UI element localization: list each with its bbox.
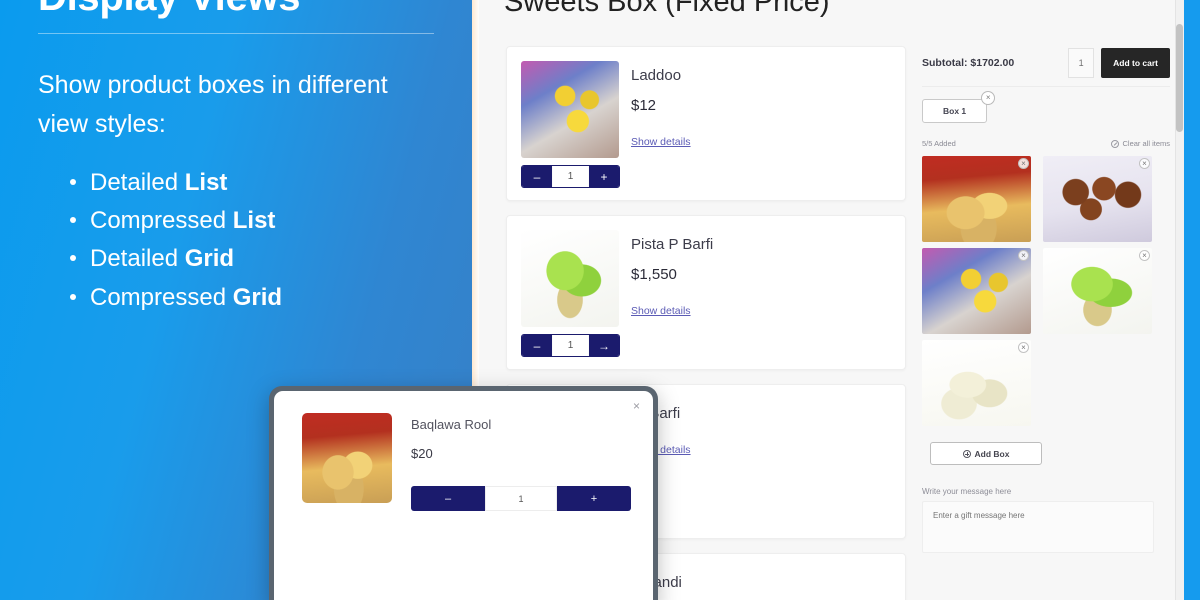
- box-tabs: Box 1 ×: [922, 91, 996, 123]
- increment-button[interactable]: +: [589, 166, 619, 187]
- show-details-link[interactable]: Show details: [631, 136, 691, 148]
- promo-title: Display Views: [38, 0, 434, 20]
- increment-button[interactable]: →: [589, 335, 619, 356]
- list-item: Compressed List: [70, 202, 434, 240]
- add-to-cart-button[interactable]: Add to cart: [1101, 48, 1170, 78]
- bullet-strong: Grid: [232, 283, 283, 311]
- cart-thumbnail-grid: × × × × ×: [922, 156, 1152, 426]
- add-box-button[interactable]: Add Box: [930, 442, 1042, 465]
- bullet-strong: List: [232, 206, 276, 234]
- cart-quantity-input[interactable]: 1: [1068, 48, 1095, 78]
- clear-all-items-button[interactable]: Clear all items: [1111, 139, 1170, 148]
- remove-icon[interactable]: ×: [1139, 158, 1150, 169]
- remove-icon[interactable]: ×: [1018, 342, 1029, 353]
- quantity-value[interactable]: 1: [552, 335, 589, 356]
- quantity-value[interactable]: 1: [552, 166, 589, 187]
- remove-icon[interactable]: ×: [1018, 250, 1029, 261]
- gift-message-label: Write your message here: [922, 487, 1012, 496]
- product-image: [521, 61, 619, 158]
- close-icon[interactable]: ×: [981, 91, 996, 105]
- product-card-pista-p-barfi[interactable]: Pista P Barfi $1,550 Show details – 1 →: [506, 215, 906, 370]
- cart-thumb-item[interactable]: ×: [922, 340, 1031, 426]
- quantity-stepper[interactable]: – 1 →: [521, 334, 620, 357]
- bullet-prefix: Compressed: [90, 206, 233, 234]
- add-box-label: Add Box: [974, 448, 1010, 459]
- list-item: Detailed List: [70, 164, 434, 202]
- modal-product-name: Baqlawa Rool: [411, 417, 492, 432]
- increment-button[interactable]: +: [557, 486, 631, 511]
- decrement-button[interactable]: –: [411, 486, 485, 511]
- close-icon[interactable]: ×: [633, 400, 640, 412]
- scrollbar-thumb[interactable]: [1176, 24, 1183, 132]
- modal-quantity-stepper[interactable]: – 1 +: [411, 486, 631, 511]
- remove-icon[interactable]: ×: [1018, 158, 1029, 169]
- quantity-stepper[interactable]: – 1 +: [521, 165, 620, 188]
- modal-content: × Baqlawa Rool $20 – 1 +: [274, 391, 653, 600]
- bullet-prefix: Compressed: [90, 283, 233, 311]
- window-right-border: [1184, 0, 1200, 600]
- remove-icon[interactable]: ×: [1139, 250, 1150, 261]
- show-details-link[interactable]: Show details: [631, 305, 691, 317]
- bullet-strong: List: [184, 168, 228, 196]
- modal-product-image: [302, 413, 392, 503]
- promo-feature-list: Detailed List Compressed List Detailed G…: [38, 164, 434, 318]
- decrement-button[interactable]: –: [522, 166, 552, 187]
- gift-message-input[interactable]: [922, 501, 1154, 553]
- decrement-button[interactable]: –: [522, 335, 552, 356]
- product-detail-modal: × Baqlawa Rool $20 – 1 +: [269, 386, 658, 600]
- cart-header-row: Subtotal: $1702.00 1 Add to cart: [922, 46, 1170, 80]
- modal-product-price: $20: [411, 446, 433, 461]
- product-name: Laddoo: [631, 67, 682, 84]
- subtotal-label: Subtotal: $1702.00: [922, 57, 1015, 69]
- added-count-label: 5/5 Added: [922, 139, 956, 148]
- product-image: [521, 230, 619, 327]
- product-price: $1,550: [631, 266, 677, 283]
- product-card-laddoo[interactable]: Laddoo $12 Show details – 1 +: [506, 46, 906, 201]
- plus-circle-icon: [962, 449, 971, 458]
- bullet-prefix: Detailed: [90, 168, 185, 196]
- clear-all-label: Clear all items: [1122, 139, 1170, 148]
- page-title: Sweets Box (Fixed Price): [504, 0, 830, 18]
- product-name: Pista P Barfi: [631, 236, 714, 253]
- box-tab-1[interactable]: Box 1: [922, 99, 988, 123]
- cart-status-row: 5/5 Added Clear all items: [922, 139, 1170, 148]
- product-name: W Barfi: [631, 405, 681, 422]
- promo-subtitle: Show product boxes in different view sty…: [38, 71, 388, 138]
- list-item: Compressed Grid: [70, 279, 434, 317]
- cart-thumb-item[interactable]: ×: [922, 248, 1031, 334]
- clear-icon: [1111, 139, 1120, 148]
- cart-divider: [922, 86, 1170, 87]
- bullet-prefix: Detailed: [90, 245, 185, 273]
- cart-thumb-item[interactable]: ×: [922, 156, 1031, 242]
- cart-thumb-item[interactable]: ×: [1043, 248, 1152, 334]
- modal-product-info: Baqlawa Rool $20: [411, 417, 613, 461]
- promo-divider: [38, 33, 434, 34]
- cart-sidebar: Subtotal: $1702.00 1 Add to cart Box 1 ×…: [922, 46, 1170, 558]
- product-price: $12: [631, 97, 657, 114]
- list-item: Detailed Grid: [70, 240, 434, 278]
- product-name: n Pandi: [631, 574, 682, 591]
- quantity-value[interactable]: 1: [485, 486, 557, 511]
- cart-thumb-item[interactable]: ×: [1043, 156, 1152, 242]
- bullet-strong: Grid: [184, 245, 235, 273]
